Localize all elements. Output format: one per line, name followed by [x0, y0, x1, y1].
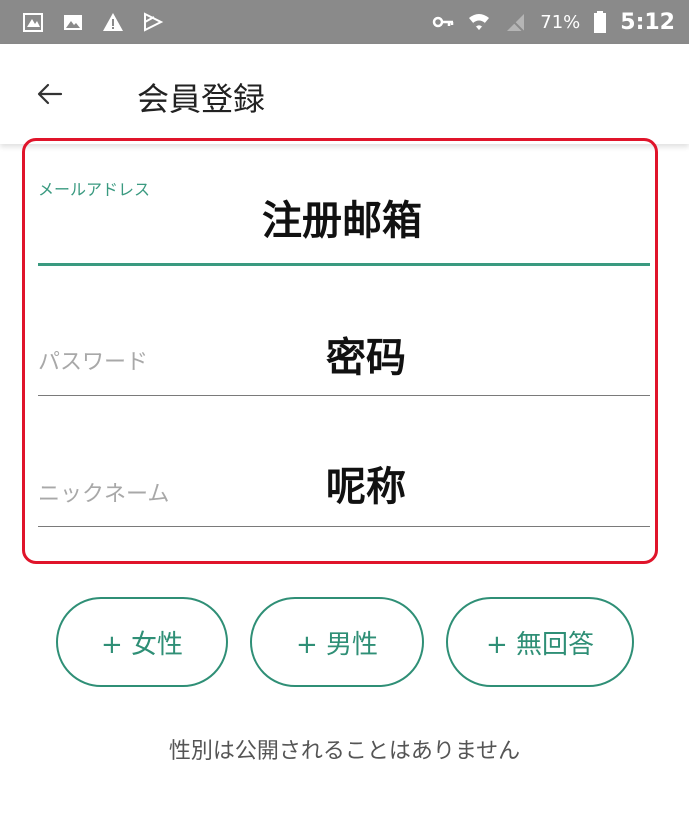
nickname-field[interactable]: ニックネーム 呢称 — [38, 432, 650, 532]
page-title: 会員登録 — [137, 80, 266, 118]
wifi-icon — [468, 11, 490, 33]
clock: 5:12 — [620, 9, 675, 35]
battery-icon — [594, 11, 607, 33]
password-label: パスワード — [38, 350, 149, 375]
media-icon — [142, 11, 164, 33]
nickname-label: ニックネーム — [38, 482, 170, 507]
gender-note: 性別は公開されることはありません — [168, 739, 521, 764]
email-field[interactable]: メールアドレス 注册邮箱 — [38, 160, 650, 270]
nickname-annotation: 呢称 — [326, 464, 406, 510]
status-bar: 71% 5:12 — [0, 0, 689, 44]
password-underline — [38, 395, 650, 396]
email-annotation: 注册邮箱 — [262, 198, 422, 244]
status-left-icons — [22, 11, 164, 33]
gender-male-button[interactable]: + 男性 — [250, 597, 424, 687]
battery-percent: 71% — [540, 11, 581, 33]
key-icon — [432, 11, 454, 33]
password-field[interactable]: パスワード 密码 — [38, 300, 650, 400]
no-sim-icon — [504, 11, 526, 33]
password-annotation: 密码 — [326, 335, 406, 381]
email-underline — [38, 263, 650, 266]
nickname-underline — [38, 526, 650, 527]
arrow-left-icon — [37, 83, 63, 105]
image-icon — [62, 11, 84, 33]
calendar-icon — [22, 11, 44, 33]
app-bar: 会員登録 — [0, 44, 689, 144]
back-button[interactable] — [28, 72, 72, 116]
status-right-icons: 71% 5:12 — [432, 10, 675, 35]
warning-icon — [102, 11, 124, 33]
gender-no-answer-button[interactable]: + 無回答 — [446, 597, 634, 687]
email-label: メールアドレス — [38, 180, 151, 199]
gender-female-button[interactable]: + 女性 — [56, 597, 228, 687]
